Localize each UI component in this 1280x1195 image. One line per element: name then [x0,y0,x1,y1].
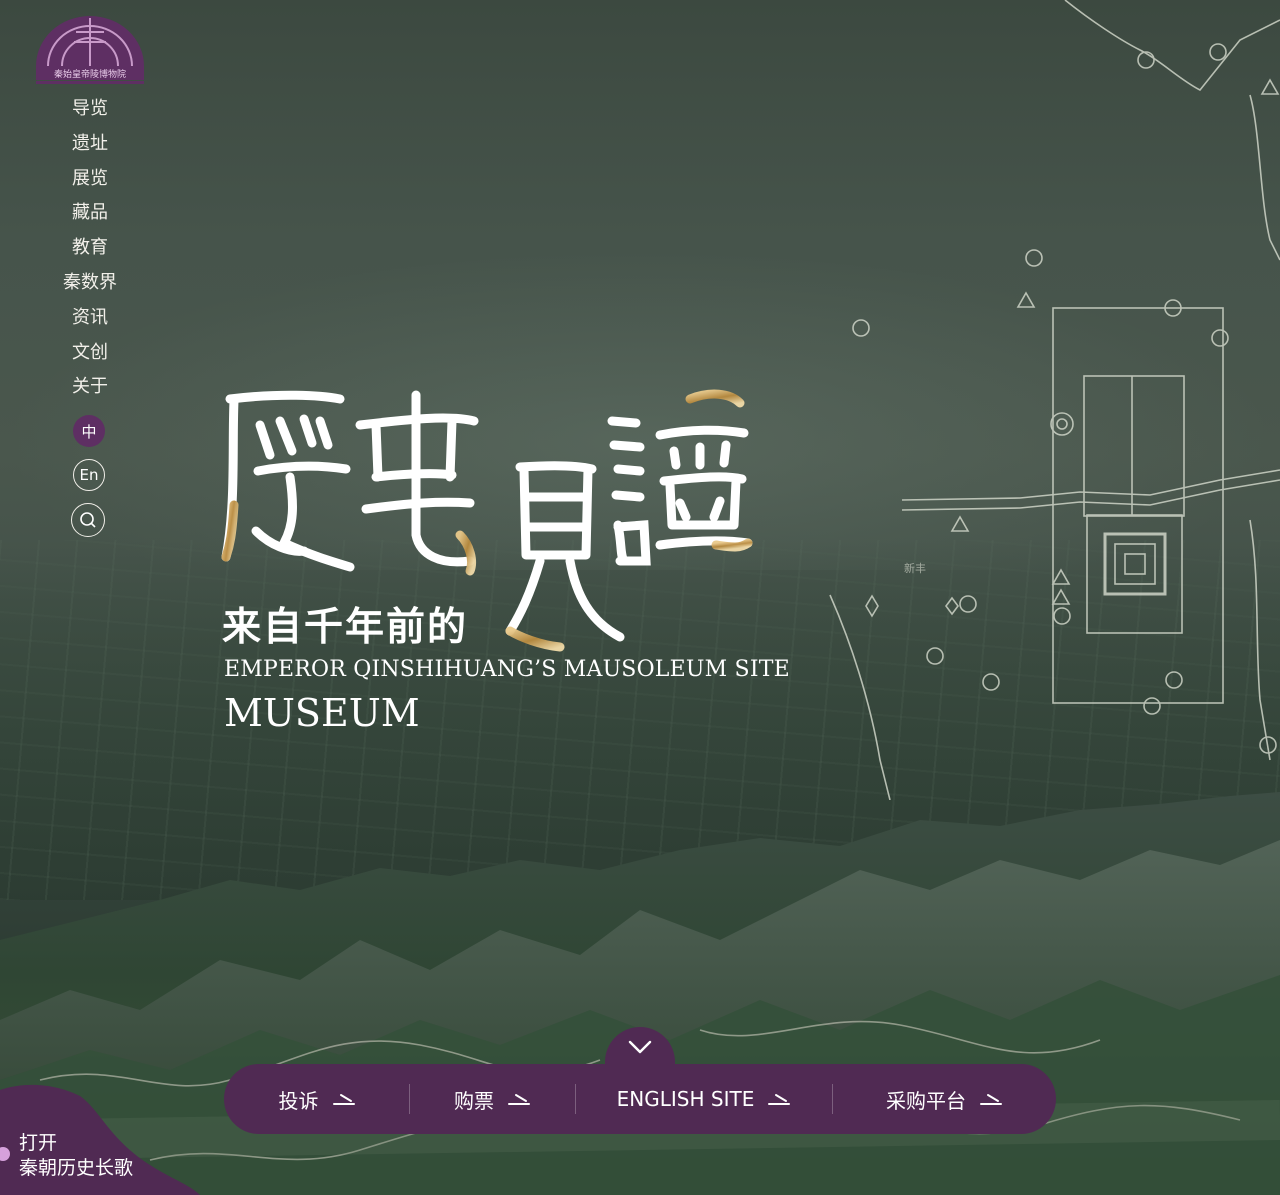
page-root: 新丰 秦始皇帝陵博物院 导览 遗址 展览 藏品 教育 秦数界 资讯 文创 关于 … [0,0,1280,1195]
english-site-label: ENGLISH SITE [616,1087,755,1111]
procurement-label: 采购平台 [886,1088,966,1113]
arrow-right-icon [980,1094,1002,1105]
nav-item-exhibitions[interactable]: 展览 [50,164,130,199]
nav-item-guide[interactable]: 导览 [50,94,130,129]
nav-item-about[interactable]: 关于 [50,372,130,407]
arrow-right-icon [768,1094,791,1105]
logo-text: 秦始皇帝陵博物院 [54,68,126,80]
language-zh-button[interactable]: 中 [73,415,105,447]
ticket-link[interactable]: 购票 [409,1064,575,1134]
music-toggle[interactable]: 打开 秦朝历史长歌 [19,1131,133,1181]
hero-english-line-1: EMPEROR QINSHIHUANG’S MAUSOLEUM SITE [224,657,790,682]
ticket-label: 购票 [454,1088,494,1113]
language-en-button[interactable]: En [73,459,105,491]
quick-links-bar: 投诉 购票 ENGLISH SITE 采购平台 [224,1064,1056,1134]
hero-subtitle: 来自千年前的 [222,605,469,650]
nav-item-education[interactable]: 教育 [50,233,130,268]
arrow-right-icon [332,1094,355,1105]
nav-item-creative[interactable]: 文创 [50,338,130,373]
chevron-down-icon [628,1040,652,1054]
main-nav: 导览 遗址 展览 藏品 教育 秦数界 资讯 文创 关于 [50,94,130,407]
arrow-right-icon [508,1094,530,1105]
museum-emblem-icon[interactable]: 秦始皇帝陵博物院 [34,14,146,88]
music-label-line-1: 打开 [19,1132,58,1154]
nav-item-qin-digital[interactable]: 秦数界 [50,268,130,303]
nav-item-site[interactable]: 遗址 [50,129,130,164]
complaint-link[interactable]: 投诉 [224,1064,409,1134]
map-place-label: 新丰 [904,561,926,575]
search-button[interactable] [71,503,105,537]
complaint-label: 投诉 [278,1088,319,1113]
nav-item-news[interactable]: 资讯 [50,303,130,338]
music-label-line-2: 秦朝历史长歌 [19,1157,134,1179]
english-site-link[interactable]: ENGLISH SITE [575,1064,832,1134]
nav-item-collections[interactable]: 藏品 [50,198,130,233]
mausoleum-line-map: 新丰 [829,0,1280,800]
hero-english-line-2: MUSEUM [224,691,420,735]
search-icon [80,512,96,528]
procurement-link[interactable]: 采购平台 [832,1064,1056,1134]
